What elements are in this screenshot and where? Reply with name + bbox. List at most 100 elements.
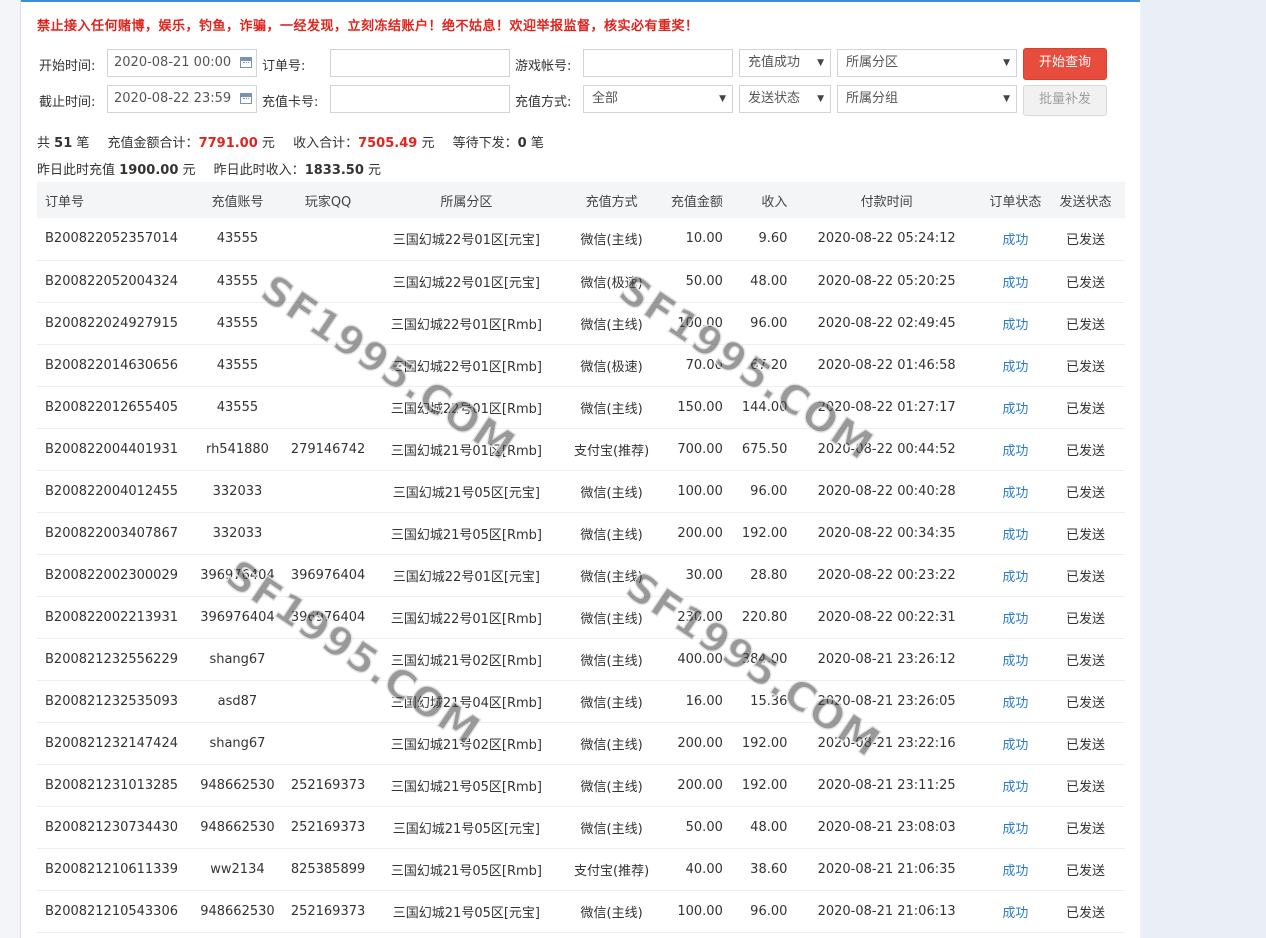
income-cell: 15.36 xyxy=(750,693,788,709)
calendar-icon[interactable] xyxy=(240,57,252,68)
zone-select[interactable]: 所属分区 ▼ xyxy=(837,49,1017,77)
card-number-input[interactable] xyxy=(330,85,510,113)
player-qq-cell: 396976404 xyxy=(290,567,366,583)
recharge-method-select[interactable]: 全部 ▼ xyxy=(583,85,733,113)
send-status-select[interactable]: 发送状态 ▼ xyxy=(739,85,831,113)
method-cell: 微信(主线) xyxy=(580,779,643,795)
order-status-link[interactable]: 成功 xyxy=(985,260,1046,302)
end-time-input[interactable]: 2020-08-22 23:59 xyxy=(107,85,257,113)
column-header: 充值方式 xyxy=(585,194,638,210)
account-cell: 43555 xyxy=(216,273,259,289)
method-cell: 微信(主线) xyxy=(580,569,643,585)
account-cell: 43555 xyxy=(216,315,259,331)
table-row: B200822012655405 43555 三国幻城22号01区[Rmb] 微信(主… xyxy=(37,386,1125,428)
batch-resend-button[interactable]: 批量补发 xyxy=(1023,85,1107,116)
start-time-value: 2020-08-21 00:00 xyxy=(114,55,232,70)
amount-cell: 100.00 xyxy=(677,483,723,499)
amount-cell: 50.00 xyxy=(685,819,723,835)
end-time-value: 2020-08-22 23:59 xyxy=(114,91,232,106)
orders-table-body: B200822052357014 43555 三国幻城22号01区[元宝] 微信(主线… xyxy=(37,218,1125,932)
order-number-cell: B200822052357014 xyxy=(45,231,178,247)
order-status-link[interactable]: 成功 xyxy=(985,218,1046,260)
zone-cell: 三国幻城22号01区[Rmb] xyxy=(390,611,542,627)
order-status-link[interactable]: 成功 xyxy=(985,764,1046,806)
amount-cell: 50.00 xyxy=(685,273,723,289)
pending-label: 等待下发： xyxy=(452,136,518,151)
order-status-link[interactable]: 成功 xyxy=(985,806,1046,848)
send-status-cell: 已发送 xyxy=(1065,527,1105,543)
account-cell: 332033 xyxy=(212,483,263,499)
total-count: 51 xyxy=(54,136,73,151)
group-select[interactable]: 所属分组 ▼ xyxy=(837,85,1017,113)
yesterday-recharge-label: 昨日此时充值 xyxy=(37,163,116,178)
payment-time-cell: 2020-08-22 00:22:31 xyxy=(817,609,956,625)
account-cell: 332033 xyxy=(212,525,263,541)
account-cell: asd87 xyxy=(217,693,258,709)
zone-cell: 三国幻城21号04区[Rmb] xyxy=(390,695,542,711)
right-background xyxy=(1141,0,1266,938)
order-number-cell: B200822052004324 xyxy=(45,273,178,289)
send-status-cell: 已发送 xyxy=(1065,695,1105,711)
method-cell: 微信(主线) xyxy=(580,905,643,921)
order-status-link[interactable]: 成功 xyxy=(985,302,1046,344)
order-number-cell: B200822004012455 xyxy=(45,483,178,499)
account-cell: 948662530 xyxy=(200,819,275,835)
order-status-link[interactable]: 成功 xyxy=(985,344,1046,386)
recharge-status-select[interactable]: 充值成功 ▼ xyxy=(739,49,831,77)
order-status-link[interactable]: 成功 xyxy=(985,554,1046,596)
send-status-cell: 已发送 xyxy=(1065,569,1105,585)
summary-line-1: 共 51 笔 充值金额合计：7791.00 元 收入合计：7505.49 元 等… xyxy=(37,132,544,151)
order-status-link[interactable]: 成功 xyxy=(985,722,1046,764)
order-status-link[interactable]: 成功 xyxy=(985,470,1046,512)
start-time-input[interactable]: 2020-08-21 00:00 xyxy=(107,49,257,77)
amount-cell: 10.00 xyxy=(685,231,723,247)
zone-cell: 三国幻城21号02区[Rmb] xyxy=(390,737,542,753)
column-header: 充值金额 xyxy=(670,194,723,210)
order-number-input[interactable] xyxy=(330,49,510,77)
method-cell: 微信(主线) xyxy=(580,737,643,753)
player-qq-cell xyxy=(279,386,376,428)
order-status-link[interactable]: 成功 xyxy=(985,680,1046,722)
order-status-link[interactable]: 成功 xyxy=(985,596,1046,638)
account-cell: 396976404 xyxy=(200,567,275,583)
order-status-link[interactable]: 成功 xyxy=(985,848,1046,890)
zone-cell: 三国幻城21号05区[元宝] xyxy=(392,905,541,921)
table-header-row: 订单号 充值账号 玩家QQ 所属分区 充值方式 充值金额 收入 付款时间 订单状… xyxy=(37,182,1125,218)
method-cell: 微信(极速) xyxy=(580,275,643,291)
payment-time-cell: 2020-08-21 23:11:25 xyxy=(817,777,956,793)
send-status-cell: 已发送 xyxy=(1065,611,1105,627)
amount-cell: 30.00 xyxy=(685,567,723,583)
payment-time-cell: 2020-08-22 01:27:17 xyxy=(817,399,956,415)
order-number-cell: B200821232147424 xyxy=(45,735,178,751)
order-status-link[interactable]: 成功 xyxy=(985,386,1046,428)
payment-time-cell: 2020-08-22 00:40:28 xyxy=(817,483,956,499)
method-cell: 微信(主线) xyxy=(580,527,643,543)
amount-cell: 200.00 xyxy=(677,525,723,541)
payment-time-cell: 2020-08-22 05:20:25 xyxy=(817,273,956,289)
game-account-input[interactable] xyxy=(583,49,733,77)
order-status-link[interactable]: 成功 xyxy=(985,512,1046,554)
order-number-cell: B200821232556229 xyxy=(45,651,178,667)
send-status-cell: 已发送 xyxy=(1065,863,1105,879)
start-query-button[interactable]: 开始查询 xyxy=(1023,48,1107,80)
send-status-cell: 已发送 xyxy=(1065,653,1105,669)
zone-cell: 三国幻城22号01区[Rmb] xyxy=(390,317,542,333)
amount-cell: 200.00 xyxy=(677,777,723,793)
order-status-link[interactable]: 成功 xyxy=(985,428,1046,470)
payment-time-cell: 2020-08-22 00:44:52 xyxy=(817,441,956,457)
amount-cell: 16.00 xyxy=(685,693,723,709)
order-status-link[interactable]: 成功 xyxy=(985,638,1046,680)
order-number-cell: B200821210543306 xyxy=(45,903,178,919)
zone-cell: 三国幻城22号01区[Rmb] xyxy=(390,359,542,375)
player-qq-cell xyxy=(279,302,376,344)
income-cell: 48.00 xyxy=(750,273,788,289)
player-qq-cell xyxy=(279,512,376,554)
zone-cell: 三国幻城21号05区[Rmb] xyxy=(390,863,542,879)
order-number-cell: B200822012655405 xyxy=(45,399,178,415)
income-cell: 144.00 xyxy=(741,399,788,415)
column-header: 充值账号 xyxy=(211,194,264,210)
income-unit: 元 xyxy=(421,136,435,151)
order-status-link[interactable]: 成功 xyxy=(985,890,1046,932)
payment-time-cell: 2020-08-21 23:26:05 xyxy=(817,693,956,709)
calendar-icon[interactable] xyxy=(240,93,252,104)
